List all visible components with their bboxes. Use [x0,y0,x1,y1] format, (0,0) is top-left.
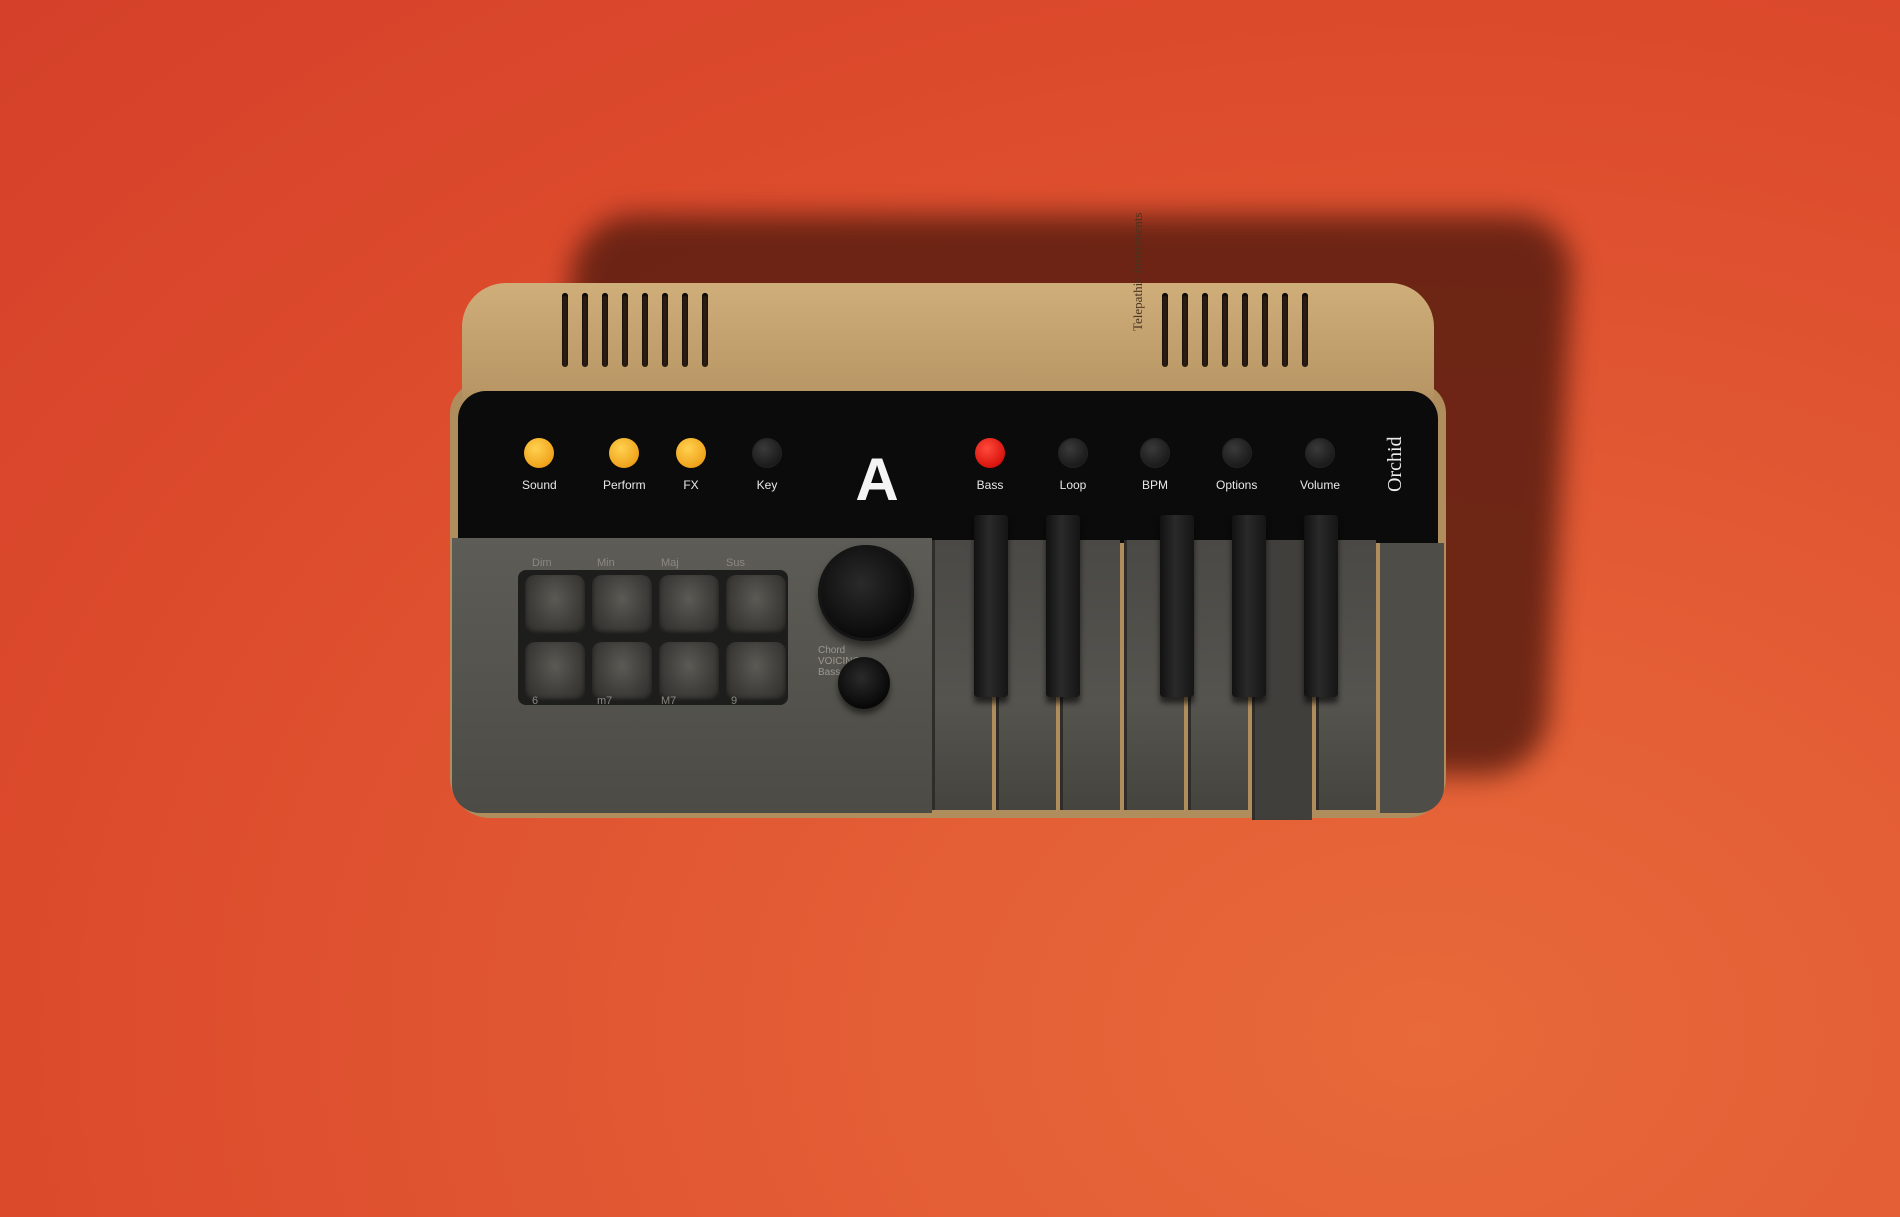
pad-label-sus: Sus [726,557,745,569]
chord-pad-dim[interactable] [525,575,585,635]
knob-label-chord: Chord [818,645,846,656]
chord-display: A [855,446,899,513]
pad-label-dim: Dim [532,557,552,569]
loop-button-led [1058,438,1088,468]
chord-pad-sus[interactable] [726,575,786,635]
sound-button[interactable]: Sound [522,438,557,492]
volume-button[interactable]: Volume [1300,438,1340,492]
bpm-label: BPM [1141,478,1168,492]
speaker-grille-left [562,293,708,371]
keyboard-edge [1380,543,1444,813]
key-label: Key [756,478,778,492]
black-key-4[interactable] [1232,515,1266,697]
pad-label-min: Min [597,557,615,569]
loop-label: Loop [1059,478,1087,492]
pad-label-M7: M7 [661,695,677,707]
options-button-led [1221,438,1252,468]
black-key-3[interactable] [1160,515,1194,697]
model-name: Orchid [1384,436,1406,492]
perform-label: Perform [603,478,646,492]
chord-pad-9[interactable] [726,642,786,702]
pad-label-maj: Maj [661,557,679,569]
pad-label-9: 9 [731,695,738,707]
chord-pad-min[interactable] [592,575,652,635]
loop-button[interactable]: Loop [1058,438,1088,492]
fx-label: FX [683,478,699,492]
bass-label: Bass [976,478,1004,492]
sound-button-led [524,438,555,468]
keyboard [932,515,1376,820]
options-button[interactable]: Options [1216,438,1257,492]
key-button[interactable]: Key [752,438,782,492]
pad-label-6: 6 [532,695,539,707]
chord-pad-grid [518,570,788,705]
chord-pad-6[interactable] [525,642,585,702]
bass-button[interactable]: Bass [975,438,1005,492]
main-knob[interactable] [818,545,914,641]
chord-pad-M7[interactable] [659,642,719,702]
fx-button[interactable]: FX [676,438,706,492]
bpm-button-led [1140,438,1170,468]
knob-label-bass: Bass [818,667,841,678]
perform-button[interactable]: Perform [603,438,646,492]
black-key-1[interactable] [974,515,1008,697]
speaker-grille-right [1162,293,1308,371]
black-key-5[interactable] [1304,515,1338,697]
options-label: Options [1216,478,1258,492]
black-key-2[interactable] [1046,515,1080,697]
bpm-button[interactable]: BPM [1140,438,1170,492]
chord-pad-maj[interactable] [659,575,719,635]
volume-label: Volume [1300,478,1341,492]
pad-label-m7: m7 [597,695,613,707]
perform-button-led [609,438,640,468]
bass-button-led [975,438,1005,468]
chord-pad-m7[interactable] [592,642,652,702]
sound-label: Sound [522,478,557,492]
fx-button-led [676,438,706,468]
key-button-led [752,438,782,468]
brand-logo: Telepathic Instruments [1130,212,1145,331]
voicing-knob[interactable] [838,657,890,709]
volume-button-led [1305,438,1336,468]
